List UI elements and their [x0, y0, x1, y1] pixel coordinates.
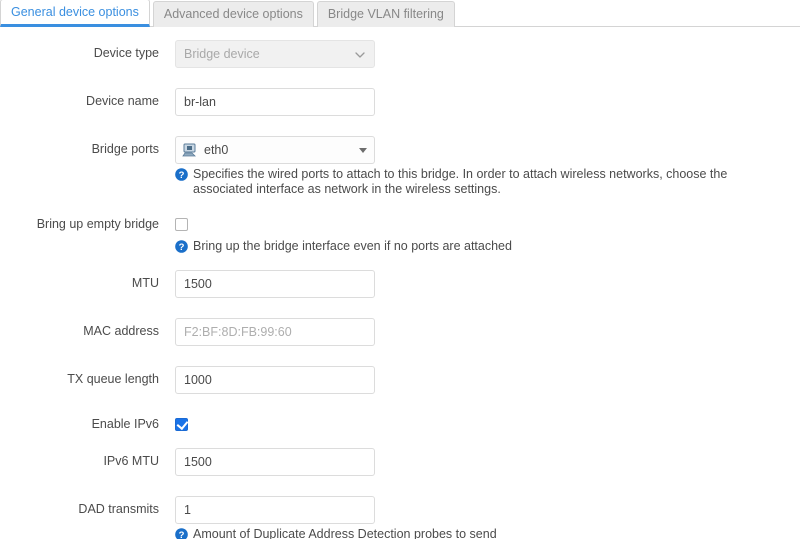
label-ipv6-mtu: IPv6 MTU	[103, 454, 159, 468]
bring-up-empty-bridge-help-text: Bring up the bridge interface even if no…	[193, 239, 512, 253]
ipv6-mtu-input[interactable]	[175, 448, 375, 476]
field-row-device-name: Device name	[0, 85, 800, 116]
ethernet-nic-icon	[182, 143, 198, 157]
question-circle-icon: ?	[175, 528, 188, 539]
device-options-tabbar: General device options Advanced device o…	[0, 0, 800, 27]
bring-up-empty-bridge-help: ? Bring up the bridge interface even if …	[175, 231, 785, 254]
field-row-tx-queue-length: TX queue length	[0, 363, 800, 394]
mtu-input[interactable]	[175, 270, 375, 298]
general-device-options-form: Device type Bridge device Device name Br…	[0, 27, 800, 539]
mac-address-input[interactable]	[175, 318, 375, 346]
device-name-input[interactable]	[175, 88, 375, 116]
bridge-ports-selected-value: eth0	[204, 143, 229, 157]
field-row-dad-transmits: DAD transmits ? Amount of Duplicate Addr…	[0, 493, 800, 539]
device-type-select[interactable]: Bridge device	[175, 40, 375, 68]
field-row-bridge-ports: Bridge ports eth0 ? Specifies the wired …	[0, 133, 800, 197]
field-row-mtu: MTU	[0, 267, 800, 298]
tab-advanced-device-options[interactable]: Advanced device options	[152, 1, 314, 27]
chevron-down-icon	[355, 50, 365, 60]
tx-queue-length-input[interactable]	[175, 366, 375, 394]
field-row-bring-up-empty-bridge: Bring up empty bridge ? Bring up the bri…	[0, 211, 800, 254]
label-mtu: MTU	[131, 276, 159, 290]
dad-transmits-help-text: Amount of Duplicate Address Detection pr…	[193, 527, 497, 539]
label-bridge-ports: Bridge ports	[91, 142, 159, 156]
label-device-name: Device name	[86, 94, 159, 108]
device-type-selected-value: Bridge device	[184, 47, 260, 61]
label-dad-transmits: DAD transmits	[78, 502, 159, 516]
question-circle-icon: ?	[175, 168, 188, 181]
label-mac-address: MAC address	[83, 324, 159, 338]
label-device-type: Device type	[93, 46, 159, 60]
tab-general-device-options[interactable]: General device options	[0, 0, 150, 27]
question-circle-icon: ?	[175, 240, 188, 253]
field-row-device-type: Device type Bridge device	[0, 37, 800, 68]
svg-text:?: ?	[179, 242, 185, 253]
field-row-enable-ipv6: Enable IPv6	[0, 411, 800, 431]
label-enable-ipv6: Enable IPv6	[91, 417, 159, 431]
bridge-ports-select[interactable]: eth0	[175, 136, 375, 164]
dad-transmits-input[interactable]	[175, 496, 375, 524]
caret-down-icon	[359, 148, 367, 153]
svg-text:?: ?	[179, 170, 185, 181]
bridge-ports-help: ? Specifies the wired ports to attach to…	[175, 164, 785, 197]
label-tx-queue-length: TX queue length	[67, 372, 159, 386]
field-row-mac-address: MAC address	[0, 315, 800, 346]
svg-text:?: ?	[179, 530, 185, 539]
label-bring-up-empty-bridge: Bring up empty bridge	[36, 217, 159, 231]
enable-ipv6-checkbox[interactable]	[175, 418, 188, 431]
field-row-ipv6-mtu: IPv6 MTU	[0, 445, 800, 476]
tab-bridge-vlan-filtering[interactable]: Bridge VLAN filtering	[316, 1, 455, 27]
bridge-ports-help-text: Specifies the wired ports to attach to t…	[193, 167, 728, 196]
dad-transmits-help: ? Amount of Duplicate Address Detection …	[175, 524, 785, 539]
bring-up-empty-bridge-checkbox[interactable]	[175, 218, 188, 231]
